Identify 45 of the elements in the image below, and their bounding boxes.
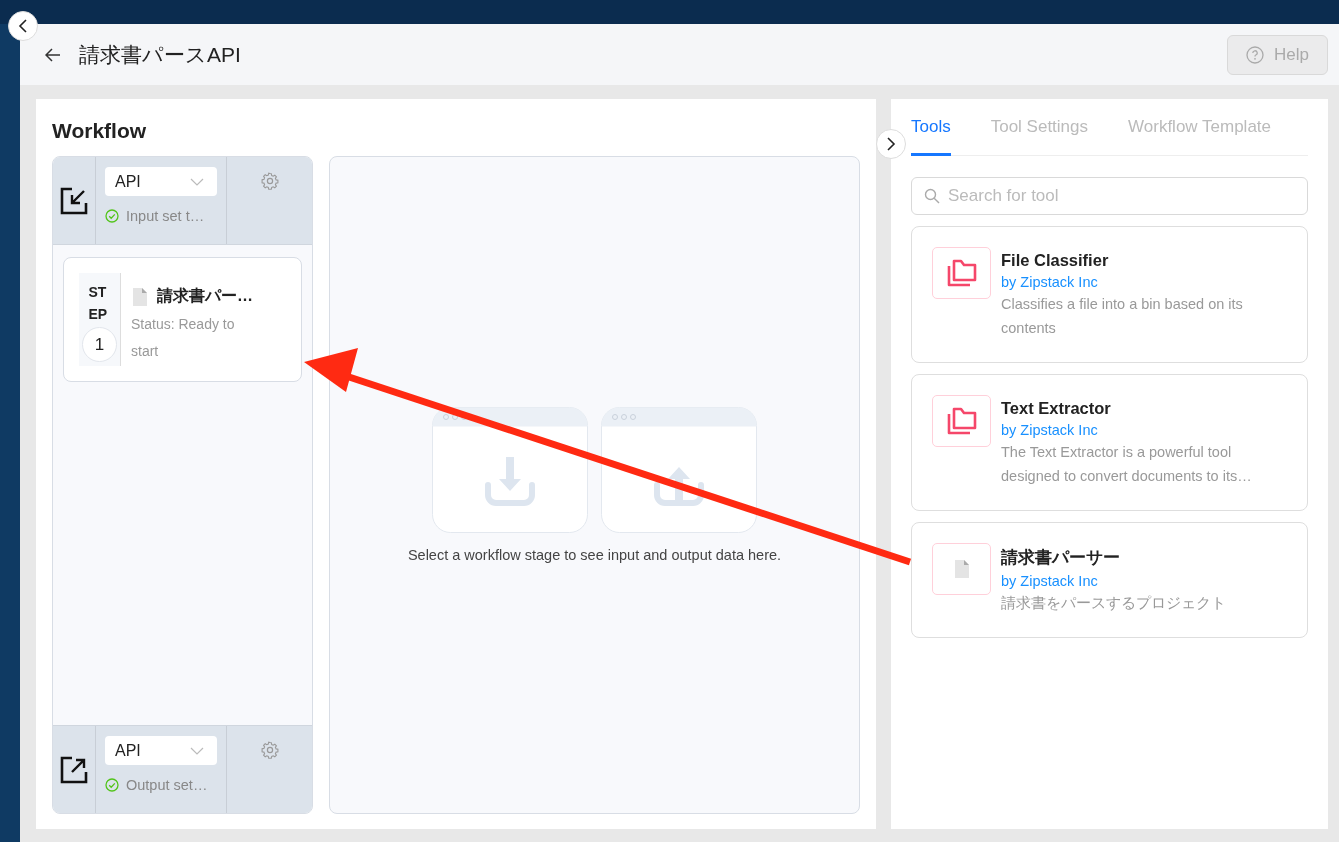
- page-title: 請求書パースAPI: [79, 41, 242, 68]
- empty-state-message: Select a workflow stage to see input and output data here.: [407, 547, 782, 563]
- chevron-down-icon: [190, 177, 204, 186]
- author-link[interactable]: by Zipstack Inc: [1001, 422, 1287, 438]
- settings-icon: [260, 741, 279, 759]
- search-icon: [924, 188, 940, 204]
- document-icon: [131, 286, 149, 307]
- chevron-down-icon: [190, 746, 204, 755]
- connector-dropdown[interactable]: API: [105, 167, 217, 196]
- author-link[interactable]: by Zipstack Inc: [1001, 573, 1226, 589]
- check-circle-icon: [105, 209, 119, 223]
- settings-button[interactable]: [260, 741, 279, 761]
- connector-dropdown[interactable]: API: [105, 736, 217, 765]
- tool-name: 請求書パーサー: [1001, 547, 1121, 568]
- tool-card[interactable]: File Classifier by Zipstack Inc Classifies a file into a bin based on its contents: [911, 226, 1308, 363]
- import-icon: [60, 186, 88, 215]
- tool-name: File Classifier: [1001, 251, 1110, 270]
- back-arrow-icon: [45, 47, 61, 62]
- settings-icon: [260, 172, 279, 190]
- step-number: 1: [82, 327, 117, 362]
- search-field[interactable]: Search for tool: [911, 177, 1308, 215]
- step-card[interactable]: STEP 1 請求書パー… Status: Ready to start: [63, 257, 302, 382]
- tool-card[interactable]: 請求書パーサー by Zipstack Inc 請求書をパースするプロジェクト: [911, 522, 1308, 638]
- tool-name: Text Extractor: [1001, 399, 1112, 418]
- back-button[interactable]: [45, 47, 61, 62]
- author-link[interactable]: by Zipstack Inc: [1001, 274, 1287, 290]
- step-label: STEP: [88, 283, 109, 324]
- tool-description: Classifies a file into a bin based on its contents: [1001, 295, 1244, 338]
- chevron-right-icon: [886, 137, 896, 151]
- tab[interactable]: Tools: [911, 117, 951, 156]
- panel-title: Workflow: [52, 119, 148, 143]
- check-circle-icon: [105, 778, 119, 792]
- tool-description: 請求書をパースするプロジェクト: [1001, 594, 1226, 613]
- step-name: 請求書パー…: [157, 286, 253, 306]
- status-text: Output set…: [126, 777, 208, 793]
- tool-card[interactable]: Text Extractor by Zipstack Inc The Text Extractor is a powerful tool designed to convert documents to its…: [911, 374, 1308, 511]
- tool-description: The Text Extractor is a powerful tool designed to convert documents to its…: [1001, 443, 1253, 486]
- question-icon: [1246, 45, 1265, 64]
- export-icon: [60, 755, 88, 784]
- settings-button[interactable]: [260, 172, 279, 192]
- chevron-left-icon: [18, 19, 28, 33]
- status-text: Input set t…: [126, 208, 205, 224]
- step-status: Status: Ready to start: [131, 315, 236, 361]
- expand-button[interactable]: [876, 129, 906, 159]
- document-icon: [953, 559, 970, 579]
